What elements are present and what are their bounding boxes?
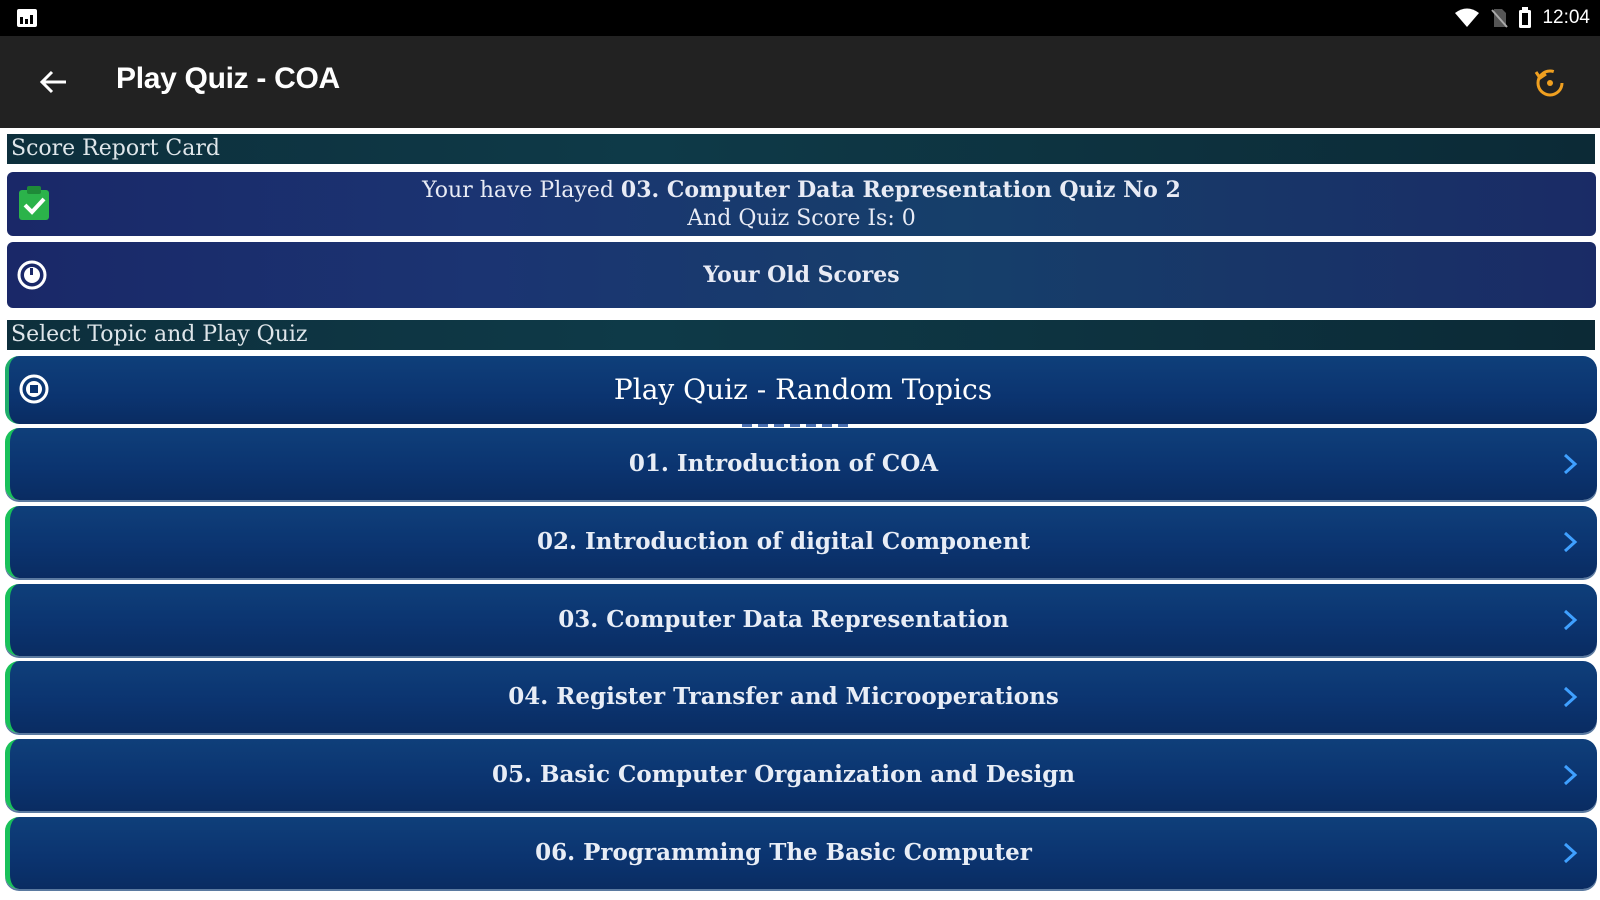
chevron-right-icon bbox=[1563, 842, 1578, 864]
page-title: Play Quiz - COA bbox=[116, 62, 340, 95]
played-quiz-text: Your have Played 03. Computer Data Repre… bbox=[7, 172, 1596, 205]
status-bar: 12:04 bbox=[0, 0, 1600, 36]
topic-item[interactable]: 05. Basic Computer Organization and Desi… bbox=[5, 739, 1597, 811]
back-arrow-icon[interactable] bbox=[36, 64, 72, 100]
played-prefix: Your have Played bbox=[422, 178, 614, 203]
topic-item[interactable]: 02. Introduction of digital Component bbox=[5, 506, 1597, 578]
chevron-right-icon bbox=[1563, 531, 1578, 553]
played-quiz-card: Your have Played 03. Computer Data Repre… bbox=[7, 172, 1596, 236]
timer-icon bbox=[17, 260, 47, 290]
topic-label: 03. Computer Data Representation bbox=[558, 606, 1009, 633]
app-bar: Play Quiz - COA bbox=[0, 36, 1600, 128]
shuffle-icon bbox=[19, 374, 49, 404]
played-quiz-name: 03. Computer Data Representation Quiz No… bbox=[620, 177, 1181, 203]
random-topics-label: Play Quiz - Random Topics bbox=[613, 373, 993, 406]
chevron-right-icon bbox=[1563, 686, 1578, 708]
topic-item[interactable]: 04. Register Transfer and Microoperation… bbox=[5, 661, 1597, 733]
old-scores-label: Your Old Scores bbox=[703, 262, 900, 288]
chevron-right-icon bbox=[1563, 764, 1578, 786]
battery-icon bbox=[1519, 7, 1532, 28]
topic-item[interactable]: 06. Programming The Basic Computer bbox=[5, 817, 1597, 889]
content: Score Report Card Your have Played 03. C… bbox=[0, 128, 1600, 900]
chevron-right-icon bbox=[1563, 609, 1578, 631]
divider bbox=[742, 424, 854, 427]
topic-label: 06. Programming The Basic Computer bbox=[535, 839, 1032, 866]
image-icon bbox=[17, 9, 37, 27]
old-scores-button[interactable]: Your Old Scores bbox=[7, 242, 1596, 308]
chevron-right-icon bbox=[1563, 453, 1578, 475]
topic-label: 05. Basic Computer Organization and Desi… bbox=[491, 761, 1075, 788]
topic-label: 01. Introduction of COA bbox=[628, 450, 939, 477]
topic-item[interactable]: 01. Introduction of COA bbox=[5, 428, 1597, 500]
clock: 12:04 bbox=[1542, 7, 1590, 28]
wifi-icon bbox=[1455, 8, 1480, 27]
topic-item[interactable]: 03. Computer Data Representation bbox=[5, 584, 1597, 656]
topic-label: 02. Introduction of digital Component bbox=[536, 528, 1031, 555]
no-sim-icon bbox=[1491, 9, 1509, 28]
select-topic-header: Select Topic and Play Quiz bbox=[7, 320, 1595, 350]
topic-label: 04. Register Transfer and Microoperation… bbox=[508, 683, 1059, 710]
score-report-header: Score Report Card bbox=[7, 134, 1595, 164]
random-topics-button[interactable]: Play Quiz - Random Topics bbox=[5, 356, 1597, 424]
check-clipboard-icon bbox=[19, 186, 49, 220]
history-icon[interactable] bbox=[1530, 62, 1570, 102]
quiz-score: And Quiz Score Is: 0 bbox=[687, 206, 916, 231]
